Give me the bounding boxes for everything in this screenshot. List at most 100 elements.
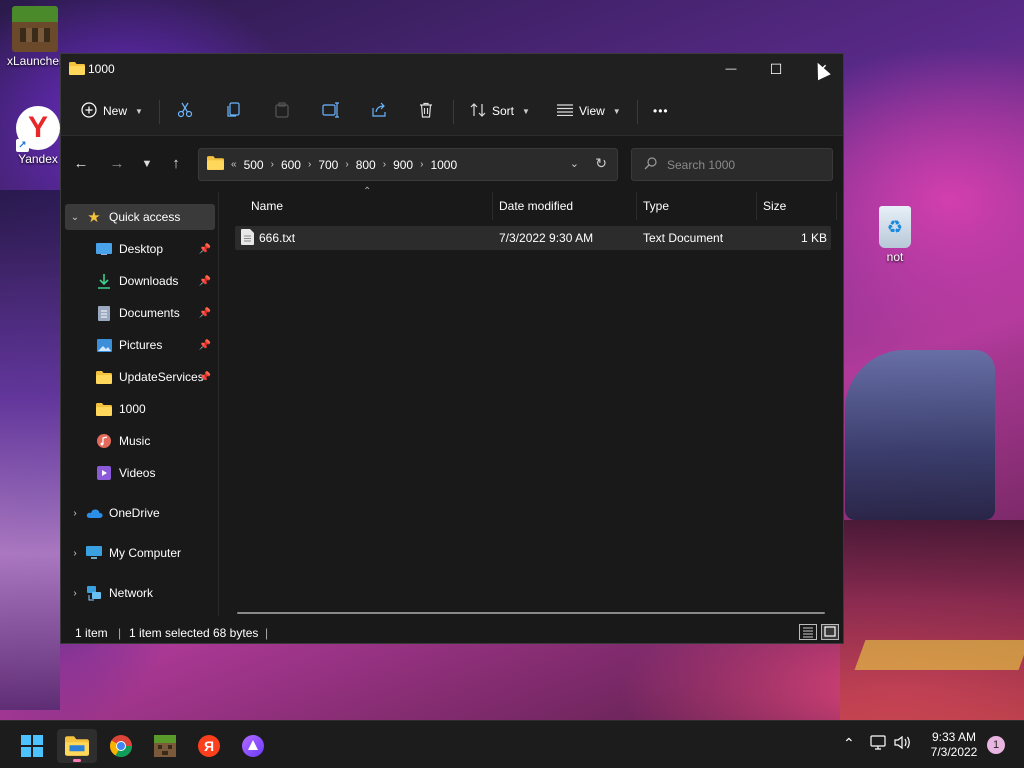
new-button[interactable]: New ▼ [81, 96, 143, 126]
taskbar-file-explorer[interactable] [57, 729, 97, 763]
chevron-right-icon[interactable]: › [65, 588, 85, 599]
pin-icon[interactable]: 📌 [199, 340, 211, 351]
breadcrumb-700[interactable]: 700 [318, 158, 338, 172]
pin-icon[interactable]: 📌 [199, 276, 211, 287]
breadcrumb-900[interactable]: 900 [393, 158, 413, 172]
sidebar-item-videos[interactable]: Videos [65, 460, 215, 486]
desktop-icon-recycle-bin[interactable]: ♻ not [863, 206, 927, 264]
new-button-label: New [103, 104, 128, 118]
breadcrumb-800[interactable]: 800 [356, 158, 376, 172]
refresh-icon[interactable]: ↻ [595, 155, 607, 172]
cut-button[interactable] [177, 96, 193, 126]
details-view-button[interactable] [799, 624, 817, 640]
network-icon [85, 585, 103, 601]
sidebar-item-label: Documents [119, 306, 180, 320]
sidebar-item-pictures[interactable]: Pictures 📌 [65, 332, 215, 358]
taskbar-chrome[interactable] [101, 729, 141, 763]
sidebar-item-label: Downloads [119, 274, 179, 288]
sidebar-item-label: OneDrive [109, 506, 160, 520]
chevron-down-icon[interactable]: ⌄ [65, 212, 85, 223]
sidebar-item-quick-access[interactable]: ⌄ ★ Quick access [65, 204, 215, 230]
sort-button[interactable]: Sort ▼ [470, 96, 530, 126]
breadcrumb-600[interactable]: 600 [281, 158, 301, 172]
sidebar-item-documents[interactable]: Documents 📌 [65, 300, 215, 326]
sidebar-item-updateservices[interactable]: UpdateServices 📌 [65, 364, 215, 390]
sidebar-item-downloads[interactable]: Downloads 📌 [65, 268, 215, 294]
title-bar[interactable]: 1000 — ☐ ✕ [61, 54, 843, 86]
large-icons-view-button[interactable] [821, 624, 839, 640]
pin-icon[interactable]: 📌 [199, 244, 211, 255]
desktop-icon-xlauncher[interactable]: xLauncher [3, 6, 67, 68]
paste-button[interactable] [274, 96, 290, 126]
sidebar-item-desktop[interactable]: Desktop 📌 [65, 236, 215, 262]
breadcrumb-1000[interactable]: 1000 [430, 158, 457, 172]
horizontal-scrollbar[interactable] [237, 612, 825, 614]
file-type: Text Document [643, 231, 724, 245]
chevron-down-icon[interactable]: ⌄ [570, 157, 579, 170]
notification-badge[interactable]: 1 [987, 736, 1005, 754]
music-icon [95, 433, 113, 449]
sidebar-item-network[interactable]: › Network [65, 580, 215, 606]
sidebar-item-label: Music [119, 434, 151, 448]
arrow-left-icon: ← [73, 155, 89, 172]
file-row[interactable]: 666.txt 7/3/2022 9:30 AM Text Document 1… [235, 226, 831, 250]
item-count: 1 item [75, 626, 108, 640]
column-header-name[interactable]: Name [245, 192, 493, 220]
rename-button[interactable] [322, 96, 340, 126]
pin-icon[interactable]: 📌 [199, 308, 211, 319]
minimize-button[interactable]: — [708, 54, 754, 84]
share-icon [371, 102, 387, 121]
sidebar-item-1000[interactable]: 1000 [65, 396, 215, 422]
taskbar-alice[interactable] [233, 729, 273, 763]
taskbar: Я ⌃ 9:33 AM 7/3/2022 1 [0, 720, 1024, 768]
chevron-up-icon[interactable]: ⌃ [843, 735, 855, 752]
taskbar-yandex[interactable]: Я [189, 729, 229, 763]
breadcrumb-500[interactable]: 500 [244, 158, 264, 172]
chevron-right-icon[interactable]: › [271, 159, 274, 170]
forward-button[interactable]: → [105, 152, 129, 176]
more-options-button[interactable]: ••• [653, 96, 669, 126]
view-button[interactable]: View ▼ [557, 96, 621, 126]
maximize-button[interactable]: ☐ [753, 54, 799, 84]
sidebar-item-music[interactable]: Music [65, 428, 215, 454]
view-button-label: View [579, 104, 605, 118]
search-box[interactable] [631, 148, 833, 181]
sidebar-item-my-computer[interactable]: › My Computer [65, 540, 215, 566]
volume-icon[interactable] [894, 735, 912, 753]
sidebar-item-onedrive[interactable]: › OneDrive [65, 500, 215, 526]
cut-icon [177, 102, 193, 121]
address-bar[interactable]: « 500 › 600 › 700 › 800 › 900 › 1000 ⌄ ↻ [198, 148, 618, 181]
breadcrumb-overflow[interactable]: « [231, 159, 237, 170]
desktop-icon [95, 241, 113, 257]
status-bar: 1 item | 1 item selected 68 bytes | [61, 620, 843, 644]
selection-size: 68 bytes [213, 626, 259, 640]
delete-button[interactable] [418, 96, 434, 126]
pin-icon[interactable]: 📌 [199, 372, 211, 383]
window-title: 1000 [88, 62, 115, 76]
share-button[interactable] [371, 96, 387, 126]
search-input[interactable] [667, 157, 817, 172]
taskbar-clock[interactable]: 9:33 AM 7/3/2022 [922, 730, 986, 760]
folder-icon [95, 369, 113, 385]
copy-button[interactable] [226, 96, 242, 126]
back-button[interactable]: ← [69, 152, 93, 176]
column-header-size[interactable]: Size [757, 192, 837, 220]
recycle-bin-icon: ♻ [879, 206, 911, 248]
folder-icon [95, 401, 113, 417]
column-header-type[interactable]: Type [637, 192, 757, 220]
recent-locations-button[interactable]: ▼ [135, 152, 159, 176]
search-icon [644, 156, 657, 173]
chevron-right-icon[interactable]: › [345, 159, 348, 170]
chevron-right-icon[interactable]: › [420, 159, 423, 170]
start-button[interactable] [12, 729, 52, 763]
chevron-right-icon[interactable]: › [308, 159, 311, 170]
column-header-date-modified[interactable]: Date modified [493, 192, 637, 220]
up-button[interactable]: ↑ [164, 152, 188, 176]
chevron-right-icon[interactable]: › [65, 508, 85, 519]
taskbar-minecraft[interactable] [145, 729, 185, 763]
minecraft-icon [154, 735, 176, 757]
chevron-right-icon[interactable]: › [383, 159, 386, 170]
chevron-right-icon[interactable]: › [65, 548, 85, 559]
text-file-icon [241, 229, 254, 248]
network-status-icon[interactable] [870, 735, 888, 753]
